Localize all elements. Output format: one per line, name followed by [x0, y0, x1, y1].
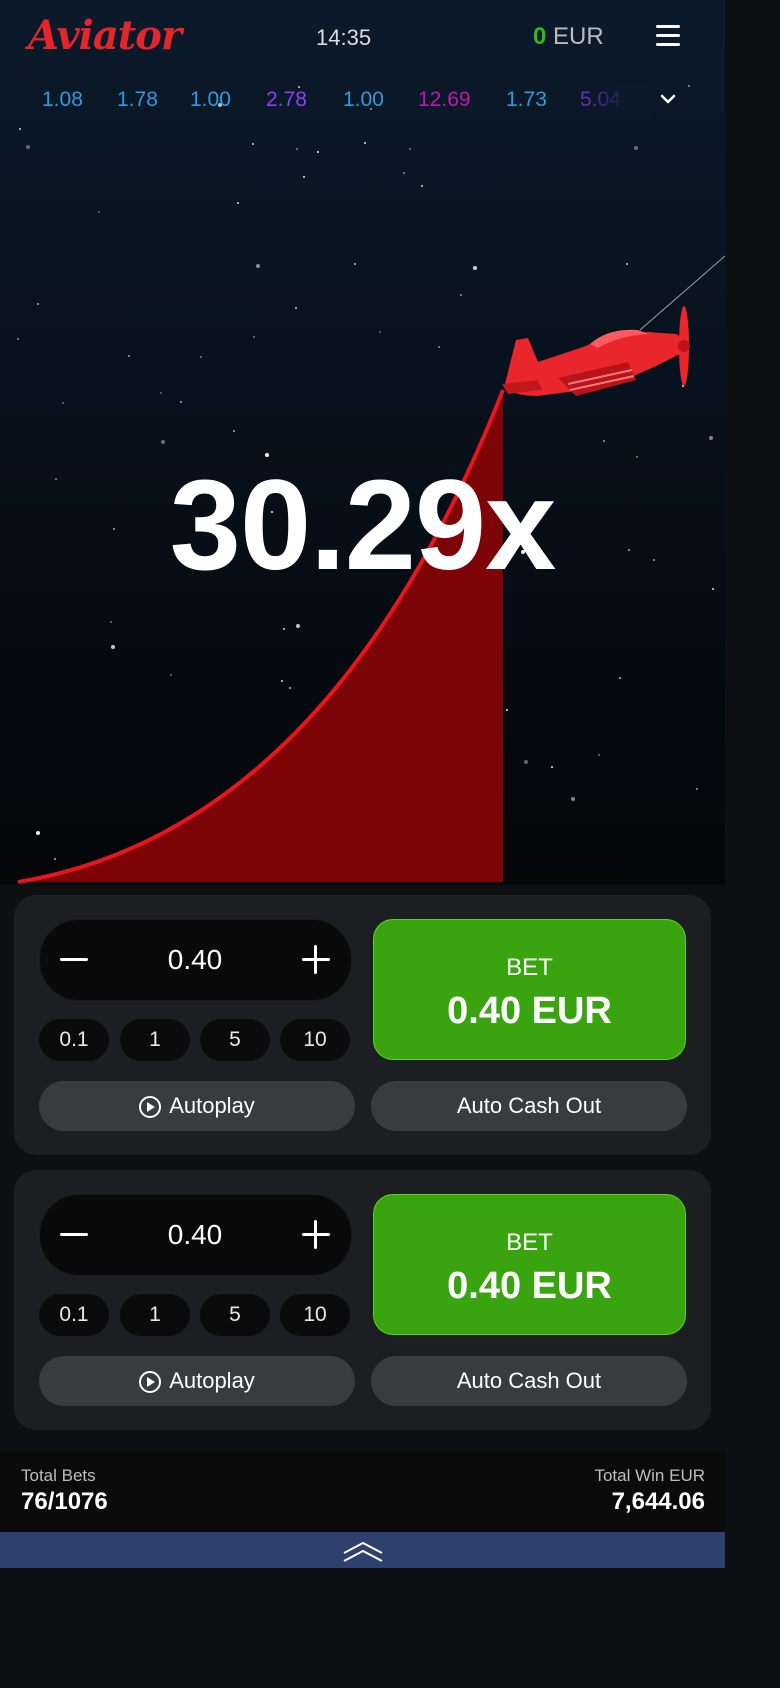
autoplay-icon: [139, 1096, 162, 1118]
bet-button[interactable]: BET 0.40 EUR: [373, 919, 686, 1060]
history-multiplier: 1.73: [506, 88, 547, 111]
clock: 14:35: [316, 25, 372, 50]
chevron-up-icon[interactable]: [340, 1538, 386, 1564]
history-multiplier: 1.00: [190, 88, 231, 111]
minus-icon[interactable]: [58, 1219, 90, 1251]
total-bets-value: 76/1076: [21, 1488, 108, 1515]
bet-button[interactable]: BET 0.40 EUR: [373, 1194, 686, 1335]
multiplier-history: 1.081.781.002.781.0012.691.735.04: [0, 82, 640, 118]
bet-amount-stepper: 0.40: [39, 919, 352, 1001]
auto-cash-out-button[interactable]: Auto Cash Out: [371, 1081, 687, 1131]
autoplay-icon: [139, 1371, 162, 1393]
plus-icon[interactable]: [300, 1219, 332, 1251]
balance: 0 EUR: [533, 23, 604, 51]
balance-amount: 0: [533, 23, 547, 50]
chevron-down-icon[interactable]: [654, 86, 682, 114]
total-win-label: Total Win EUR: [594, 1466, 705, 1485]
autoplay-label: Autoplay: [169, 1368, 255, 1393]
quick-amount-chip[interactable]: 10: [280, 1019, 350, 1061]
autoplay-button[interactable]: Autoplay: [39, 1356, 355, 1406]
auto-cash-out-button[interactable]: Auto Cash Out: [371, 1356, 687, 1406]
hamburger-icon[interactable]: [654, 25, 682, 47]
bet-amount-value[interactable]: 0.40: [100, 1219, 290, 1251]
stats-bar: Total Bets 76/1076 Total Win EUR 7,644.0…: [0, 1452, 725, 1532]
current-multiplier: 30.29x: [169, 454, 557, 597]
bet-amount-value[interactable]: 0.40: [100, 944, 290, 976]
bet-label: BET: [506, 1229, 553, 1256]
history-multiplier: 1.08: [42, 88, 83, 111]
history-multiplier: 12.69: [418, 88, 471, 111]
bet-value: 0.40 EUR: [447, 1265, 612, 1307]
history-multiplier: 2.78: [266, 88, 307, 111]
quick-amount-chip[interactable]: 10: [280, 1294, 350, 1336]
autoplay-button[interactable]: Autoplay: [39, 1081, 355, 1131]
minus-icon[interactable]: [58, 944, 90, 976]
bet-value: 0.40 EUR: [447, 990, 612, 1032]
autoplay-label: Autoplay: [169, 1093, 255, 1118]
quick-amount-chip[interactable]: 1: [120, 1019, 190, 1061]
bet-amount-stepper: 0.40: [39, 1194, 352, 1276]
bet-panel-2: 0.40 0.1 1 5 10 BET 0.40 EUR Autoplay Au…: [14, 1170, 711, 1430]
history-fade: [560, 82, 650, 118]
history-multiplier: 1.00: [343, 88, 384, 111]
quick-amount-chip[interactable]: 0.1: [39, 1019, 109, 1061]
airplane-icon: [502, 306, 690, 396]
expand-bar[interactable]: [0, 1532, 725, 1568]
quick-amount-chip[interactable]: 0.1: [39, 1294, 109, 1336]
bet-panel-1: 0.40 0.1 1 5 10 BET 0.40 EUR Autoplay Au…: [14, 895, 711, 1155]
aviator-logo: Aviator: [28, 12, 182, 59]
bet-label: BET: [506, 954, 553, 981]
quick-amount-chip[interactable]: 5: [200, 1294, 270, 1336]
top-bar: Aviator 14:35 0 EUR: [0, 0, 725, 72]
total-bets-label: Total Bets: [21, 1466, 96, 1485]
quick-amount-chip[interactable]: 5: [200, 1019, 270, 1061]
total-win-value: 7,644.06: [611, 1488, 705, 1515]
flight-curve: [17, 255, 725, 884]
history-multiplier: 1.78: [117, 88, 158, 111]
game-area: 30.29x Aviator 14:35 0 EUR 1.08 1.78 1.00 2…: [0, 0, 725, 885]
plus-icon[interactable]: [300, 944, 332, 976]
quick-amount-chip[interactable]: 1: [120, 1294, 190, 1336]
balance-currency: EUR: [553, 23, 604, 50]
